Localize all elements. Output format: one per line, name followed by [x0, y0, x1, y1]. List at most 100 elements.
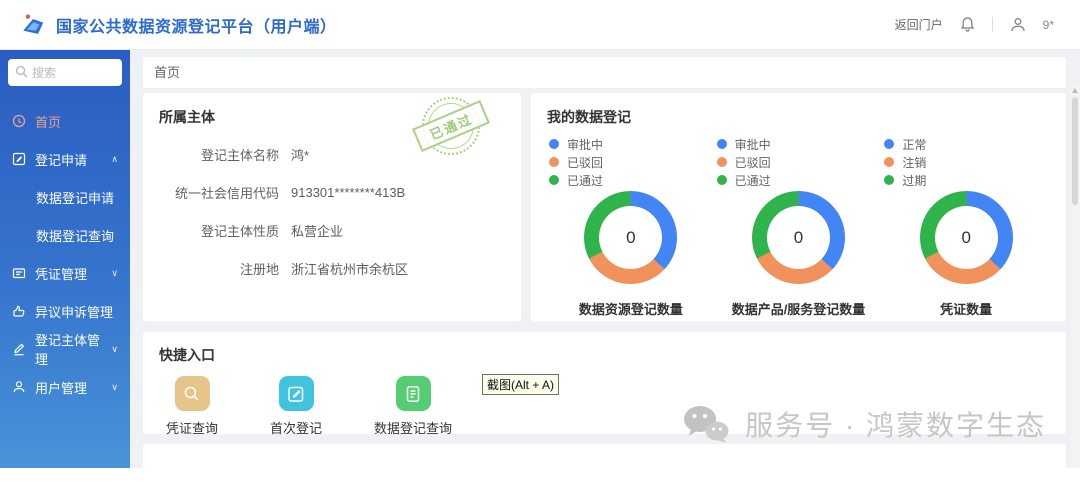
legend-label: 注销: [902, 154, 926, 171]
appeal-icon: [12, 304, 26, 318]
chart-credentials: 正常 注销 过期 0 凭证数量: [882, 127, 1050, 318]
quick-link-label: 数据登记查询: [374, 418, 452, 437]
legend-label: 已通过: [567, 172, 603, 189]
sidebar-item-appeal-management[interactable]: 异议申诉管理: [0, 292, 130, 330]
sidebar-item-label: 异议申诉管理: [35, 302, 113, 321]
sidebar-item-registration-apply[interactable]: 登记申请 ∧: [0, 140, 130, 178]
chart-title: 数据产品/服务登记数量: [715, 299, 883, 318]
field-value: 913301********413B: [291, 185, 405, 200]
chart-legend: 正常 注销 过期: [884, 135, 1050, 189]
username-label[interactable]: 9*: [1043, 18, 1054, 32]
charts-card-title: 我的数据登记: [547, 107, 1050, 127]
sidebar-menu: 首页 登记申请 ∧ 数据登记申请 数据登记查询 凭证管理 ∨: [0, 92, 130, 406]
watermark-text: 服务号 · 鸿蒙数字生态: [745, 404, 1046, 444]
subject-field-row: 登记主体性质 私营企业: [159, 211, 505, 249]
user-icon: [12, 380, 26, 394]
donut-chart: 0: [752, 191, 845, 284]
sidebar-item-subject-management[interactable]: 登记主体管理 ∨: [0, 330, 130, 368]
quick-link-first-registration[interactable]: 首次登记: [270, 376, 322, 437]
legend-dot-green: [884, 175, 894, 185]
quick-link-label: 凭证查询: [166, 418, 218, 437]
chart-title: 数据资源登记数量: [547, 299, 715, 318]
chevron-down-icon: ∨: [111, 268, 118, 279]
subject-field-row: 统一社会信用代码 913301********413B: [159, 173, 505, 211]
wechat-icon: [681, 405, 731, 443]
user-avatar-icon[interactable]: [1009, 16, 1027, 34]
sidebar-item-label: 数据登记申请: [36, 188, 114, 207]
quick-link-data-registration-query[interactable]: 数据登记查询: [374, 376, 452, 437]
sidebar-item-credential-management[interactable]: 凭证管理 ∨: [0, 254, 130, 292]
field-value: 鸿*: [291, 145, 309, 164]
legend-label: 已驳回: [567, 154, 603, 171]
donut-chart: 0: [584, 191, 677, 284]
sidebar-item-label: 数据登记查询: [36, 226, 114, 245]
page-title: 国家公共数据资源登记平台（用户端）: [56, 13, 337, 37]
scrollbar-up-arrow[interactable]: [1072, 88, 1078, 93]
legend-label: 审批中: [567, 136, 603, 153]
legend-dot-orange: [717, 157, 727, 167]
field-label: 登记主体名称: [159, 145, 279, 164]
legend-dot-orange: [884, 157, 894, 167]
home-icon: [12, 114, 26, 128]
screenshot-tooltip-text: 截图(Alt + A): [487, 378, 554, 392]
document-icon: [404, 385, 422, 403]
sidebar-item-data-registration-query[interactable]: 数据登记查询: [0, 216, 130, 254]
chart-title: 凭证数量: [882, 299, 1050, 318]
legend-label: 审批中: [735, 136, 771, 153]
credential-icon: [12, 266, 26, 280]
subject-field-row: 注册地 浙江省杭州市余杭区: [159, 249, 505, 287]
legend-label: 已通过: [735, 172, 771, 189]
legend-dot-orange: [549, 157, 559, 167]
chevron-up-icon: ∧: [111, 154, 118, 165]
donut-center-value: 0: [599, 206, 662, 269]
donut-center-value: 0: [767, 206, 830, 269]
screenshot-tooltip: 截图(Alt + A): [482, 374, 559, 395]
breadcrumb-home[interactable]: 首页: [154, 65, 180, 80]
sidebar-item-home[interactable]: 首页: [0, 102, 130, 140]
field-label: 统一社会信用代码: [159, 183, 279, 202]
brand: 国家公共数据资源登记平台（用户端）: [20, 12, 337, 38]
sidebar-item-label: 首页: [35, 112, 61, 131]
bottom-card: [143, 444, 1066, 484]
chevron-down-icon: ∨: [111, 382, 118, 393]
subject-icon: [12, 342, 26, 356]
sidebar-item-data-registration-apply[interactable]: 数据登记申请: [0, 178, 130, 216]
sidebar-item-label: 用户管理: [35, 378, 87, 397]
legend-label: 过期: [902, 172, 926, 189]
field-label: 登记主体性质: [159, 221, 279, 240]
breadcrumb: 首页: [143, 57, 1066, 88]
watermark: 服务号 · 鸿蒙数字生态: [681, 404, 1046, 444]
legend-dot-blue: [549, 139, 559, 149]
chart-legend: 审批中 已驳回 已通过: [717, 135, 883, 189]
legend-dot-green: [549, 175, 559, 185]
quick-link-label: 首次登记: [270, 418, 322, 437]
field-value: 浙江省杭州市余杭区: [291, 259, 408, 278]
quick-link-credential-query[interactable]: 凭证查询: [166, 376, 218, 437]
donut-center-value: 0: [935, 206, 998, 269]
app-logo-icon: [20, 12, 46, 38]
edit-icon: [287, 385, 305, 403]
return-portal-link[interactable]: 返回门户: [895, 16, 943, 33]
legend-dot-green: [717, 175, 727, 185]
quick-access-title: 快捷入口: [159, 345, 1050, 365]
search-icon: [183, 385, 201, 403]
sidebar-item-label: 凭证管理: [35, 264, 87, 283]
legend-label: 正常: [902, 136, 926, 153]
form-icon: [12, 152, 26, 166]
field-label: 注册地: [159, 259, 279, 278]
sidebar-item-label: 登记申请: [35, 150, 87, 169]
chart-data-products: 审批中 已驳回 已通过 0 数据产品/服务登记数量: [715, 127, 883, 318]
search-icon: [15, 65, 28, 83]
legend-label: 已驳回: [735, 154, 771, 171]
my-registrations-card: 我的数据登记 审批中 已驳回 已通过 0 数据资源登记数量: [531, 93, 1066, 321]
vertical-scrollbar[interactable]: [1070, 85, 1080, 468]
chevron-down-icon: ∨: [111, 344, 118, 355]
notification-bell-icon[interactable]: [959, 16, 976, 33]
scrollbar-thumb[interactable]: [1072, 97, 1078, 205]
chart-legend: 审批中 已驳回 已通过: [549, 135, 715, 189]
sidebar-item-label: 登记主体管理: [35, 330, 111, 368]
header-divider: [992, 17, 993, 32]
chart-data-resources: 审批中 已驳回 已通过 0 数据资源登记数量: [547, 127, 715, 318]
sidebar-item-user-management[interactable]: 用户管理 ∨: [0, 368, 130, 406]
subject-card: 所属主体 已通过 登记主体名称 鸿* 统一社会信用代码 913301******…: [143, 93, 521, 321]
